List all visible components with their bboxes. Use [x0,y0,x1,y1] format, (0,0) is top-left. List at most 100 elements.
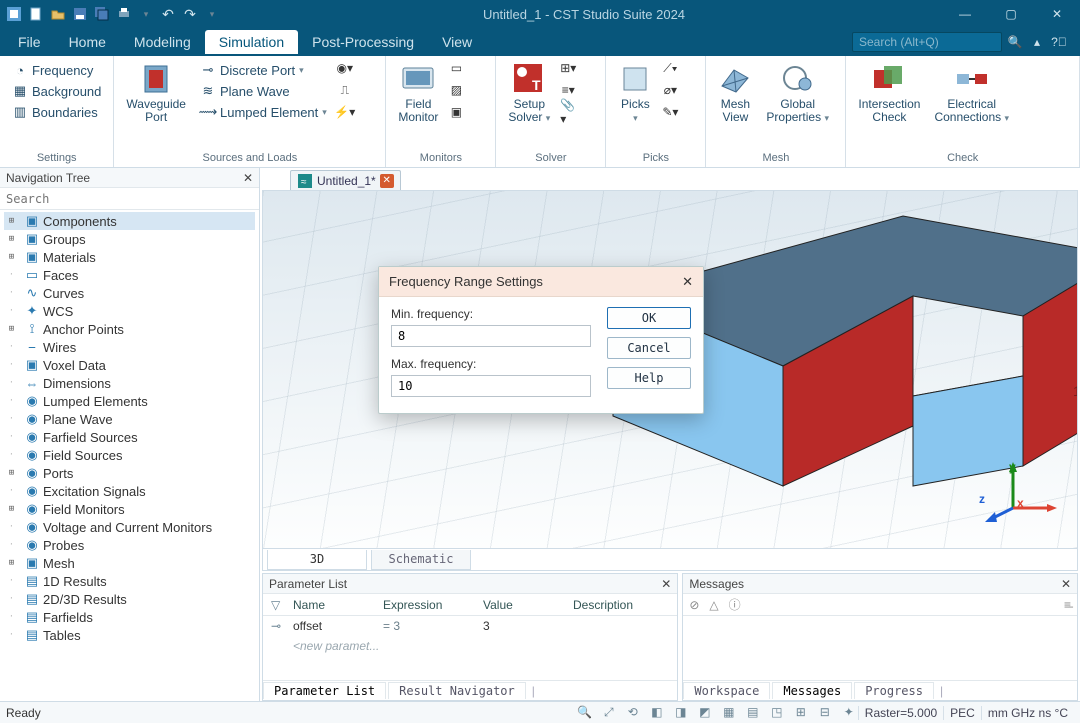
param-header-description[interactable]: Description [565,598,641,612]
view-tab-3d[interactable]: 3D [267,550,367,570]
close-button[interactable]: ✕ [1034,0,1080,28]
tree-item-2d-3d-results[interactable]: ·▤2D/3D Results [4,590,255,608]
param-new-row[interactable]: <new paramet... [263,636,677,656]
solver-extra-icon-2[interactable]: ≡▾ [560,82,576,98]
new-icon[interactable] [28,6,44,22]
param-row[interactable]: ⊸ offset = 3 3 [263,616,677,636]
waveguide-port-button[interactable]: Waveguide Port [122,60,190,126]
lumped-element-button[interactable]: ⟿Lumped Element ▾ [196,102,331,122]
redo-icon[interactable]: ↷ [182,6,198,22]
tree-item-wcs[interactable]: ·✦WCS [4,302,255,320]
picks-extra-icon-3[interactable]: ✎▾ [662,104,678,120]
tree-item-probes[interactable]: ·◉Probes [4,536,255,554]
boundaries-button[interactable]: ▥Boundaries [8,102,105,122]
msg-clear-icon[interactable]: ≡̵ [1064,598,1071,612]
source-extra-icon-2[interactable]: ⎍ [337,82,353,98]
sb-view1-icon[interactable]: ◧ [648,705,666,720]
tree-item-materials[interactable]: ⊞▣Materials [4,248,255,266]
tree-item-farfield-sources[interactable]: ·◉Farfield Sources [4,428,255,446]
sb-view5-icon[interactable]: ▤ [744,705,762,720]
solver-extra-icon-1[interactable]: ⊞▾ [560,60,576,76]
tab-view[interactable]: View [428,30,486,54]
tree-item-mesh[interactable]: ⊞▣Mesh [4,554,255,572]
print-icon[interactable] [116,6,132,22]
picks-button[interactable]: Picks▾ [614,60,656,126]
tab-file[interactable]: File [4,30,55,54]
tree-item-excitation-signals[interactable]: ·◉Excitation Signals [4,482,255,500]
save-all-icon[interactable] [94,6,110,22]
frequency-button[interactable]: ◔Frequency [8,60,105,80]
mesh-view-button[interactable]: Mesh View [714,60,756,126]
tree-item-curves[interactable]: ·∿Curves [4,284,255,302]
open-icon[interactable] [50,6,66,22]
sb-zoom-icon[interactable]: 🔍 [576,705,594,720]
param-header-value[interactable]: Value [475,598,565,612]
monitor-extra-icon-2[interactable]: ▨ [448,82,464,98]
tab-messages[interactable]: Messages [772,682,852,699]
tree-item-groups[interactable]: ⊞▣Groups [4,230,255,248]
global-properties-button[interactable]: Global Properties ▾ [762,60,833,126]
setup-solver-button[interactable]: T Setup Solver ▾ [504,60,554,126]
tree-item-voxel-data[interactable]: ·▣Voxel Data [4,356,255,374]
background-button[interactable]: ▦Background [8,81,105,101]
tree-item-dimensions[interactable]: ·⇔Dimensions [4,374,255,392]
tab-modeling[interactable]: Modeling [120,30,205,54]
sb-view4-icon[interactable]: ▦ [720,705,738,720]
doc-tab-close-icon[interactable]: ✕ [380,174,394,188]
search-input[interactable]: Search (Alt+Q) [852,32,1002,52]
tab-workspace[interactable]: Workspace [683,682,770,699]
tab-parameter-list[interactable]: Parameter List [263,682,386,699]
param-cell-value[interactable]: 3 [475,619,565,633]
collapse-ribbon-icon[interactable]: ▴ [1028,33,1046,51]
tree-item-lumped-elements[interactable]: ·◉Lumped Elements [4,392,255,410]
param-header-expression[interactable]: Expression [375,598,475,612]
qat-dropdown-icon[interactable]: ▾ [138,6,154,22]
msg-warning-icon[interactable]: △ [709,598,718,612]
tab-result-navigator[interactable]: Result Navigator [388,682,526,699]
sb-view3-icon[interactable]: ◩ [696,705,714,720]
msg-error-icon[interactable]: ⊘ [689,598,699,612]
param-panel-close-icon[interactable]: ✕ [661,577,671,591]
param-header-name[interactable]: Name [285,598,375,612]
view-tab-schematic[interactable]: Schematic [371,550,471,570]
ok-button[interactable]: OK [607,307,691,329]
nav-search-input[interactable] [0,190,259,208]
save-icon[interactable] [72,6,88,22]
tree-item-1d-results[interactable]: ·▤1D Results [4,572,255,590]
tree-item-voltage-and-current-monitors[interactable]: ·◉Voltage and Current Monitors [4,518,255,536]
source-extra-icon-3[interactable]: ⚡▾ [337,104,353,120]
tree-item-plane-wave[interactable]: ·◉Plane Wave [4,410,255,428]
min-frequency-input[interactable] [391,325,591,347]
undo-icon[interactable]: ↶ [160,6,176,22]
tree-item-ports[interactable]: ⊞◉Ports [4,464,255,482]
param-filter-icon[interactable]: ▽ [263,598,285,612]
field-monitor-button[interactable]: Field Monitor [394,60,442,126]
tab-simulation[interactable]: Simulation [205,30,298,54]
tab-home[interactable]: Home [55,30,120,54]
nav-tree[interactable]: ⊞▣Components⊞▣Groups⊞▣Materials·▭Faces·∿… [0,210,259,701]
monitor-extra-icon-1[interactable]: ▭ [448,60,464,76]
cancel-button[interactable]: Cancel [607,337,691,359]
redo-dropdown-icon[interactable]: ▾ [204,6,220,22]
cst-app-icon[interactable] [6,6,22,22]
messages-panel-close-icon[interactable]: ✕ [1061,577,1071,591]
source-extra-icon-1[interactable]: ◉▾ [337,60,353,76]
msg-info-icon[interactable]: ⓘ [729,596,741,613]
sb-reset-icon[interactable]: ⟲ [624,705,642,720]
doc-tab-untitled[interactable]: ≈ Untitled_1* ✕ [290,170,401,190]
tree-item-anchor-points[interactable]: ⊞⟟Anchor Points [4,320,255,338]
electrical-connections-button[interactable]: Electrical Connections ▾ [930,60,1013,126]
sb-view6-icon[interactable]: ◳ [768,705,786,720]
max-frequency-input[interactable] [391,375,591,397]
param-pin-icon[interactable]: ⊸ [263,619,285,633]
tree-item-tables[interactable]: ·▤Tables [4,626,255,644]
sb-view9-icon[interactable]: ✦ [840,705,858,720]
search-icon[interactable]: 🔍 [1006,33,1024,51]
tree-item-wires[interactable]: ·⎯Wires [4,338,255,356]
tree-item-faces[interactable]: ·▭Faces [4,266,255,284]
tree-item-farfields[interactable]: ·▤Farfields [4,608,255,626]
tree-item-field-sources[interactable]: ·◉Field Sources [4,446,255,464]
help-icon[interactable]: ?⃝ [1050,33,1068,51]
tab-progress[interactable]: Progress [854,682,934,699]
intersection-check-button[interactable]: Intersection Check [854,60,924,126]
